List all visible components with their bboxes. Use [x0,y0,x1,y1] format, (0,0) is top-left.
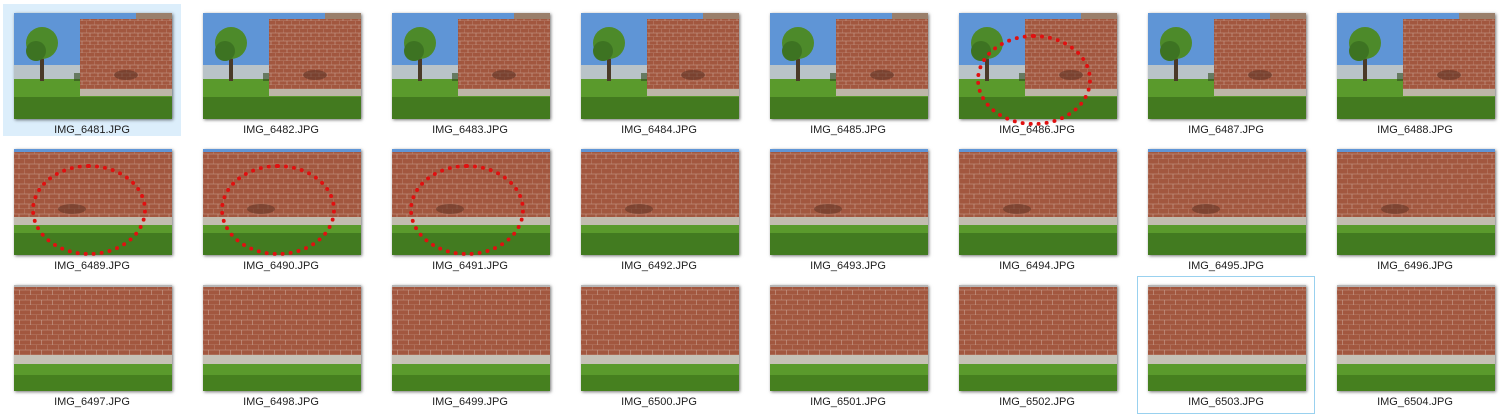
image-thumbnail [581,13,739,119]
image-thumbnail [770,13,928,119]
image-thumbnail [581,285,739,391]
image-thumbnail [392,285,550,391]
image-thumbnail [1148,149,1306,255]
image-thumbnail [1148,13,1306,119]
file-item[interactable]: IMG_6490.JPG [192,140,370,272]
file-name-label: IMG_6482.JPG [243,124,319,136]
file-name-label: IMG_6495.JPG [1188,260,1264,272]
file-name-label: IMG_6486.JPG [999,124,1075,136]
file-name-label: IMG_6492.JPG [621,260,697,272]
file-item[interactable]: IMG_6502.JPG [948,276,1126,408]
file-name-label: IMG_6484.JPG [621,124,697,136]
file-name-label: IMG_6497.JPG [54,396,130,408]
file-name-label: IMG_6500.JPG [621,396,697,408]
image-thumbnail [770,285,928,391]
file-item[interactable]: IMG_6488.JPG [1326,4,1500,136]
file-name-label: IMG_6483.JPG [432,124,508,136]
image-thumbnail [14,285,172,391]
file-item[interactable]: IMG_6483.JPG [381,4,559,136]
file-name-label: IMG_6498.JPG [243,396,319,408]
file-item[interactable]: IMG_6493.JPG [759,140,937,272]
file-name-label: IMG_6494.JPG [999,260,1075,272]
file-name-label: IMG_6487.JPG [1188,124,1264,136]
file-item[interactable]: IMG_6496.JPG [1326,140,1500,272]
file-name-label: IMG_6490.JPG [243,260,319,272]
file-item[interactable]: IMG_6504.JPG [1326,276,1500,408]
image-thumbnail [1337,149,1495,255]
image-thumbnail [770,149,928,255]
file-name-label: IMG_6502.JPG [999,396,1075,408]
file-item[interactable]: IMG_6500.JPG [570,276,748,408]
file-item[interactable]: IMG_6484.JPG [570,4,748,136]
image-thumbnail [1337,13,1495,119]
file-name-label: IMG_6496.JPG [1377,260,1453,272]
file-name-label: IMG_6485.JPG [810,124,886,136]
image-thumbnail [959,149,1117,255]
image-thumbnail [392,149,550,255]
file-item[interactable]: IMG_6497.JPG [3,276,181,408]
file-name-label: IMG_6503.JPG [1188,396,1264,408]
image-thumbnail [1148,285,1306,391]
file-name-label: IMG_6501.JPG [810,396,886,408]
file-item[interactable]: IMG_6495.JPG [1137,140,1315,272]
image-thumbnail [203,13,361,119]
file-name-label: IMG_6493.JPG [810,260,886,272]
image-thumbnail [581,149,739,255]
image-thumbnail [14,149,172,255]
file-item[interactable]: IMG_6486.JPG [948,4,1126,136]
file-thumbnail-grid: IMG_6481.JPG IMG_6482.JPG IMG_6483.JPG I… [0,0,1500,414]
file-item[interactable]: IMG_6499.JPG [381,276,559,408]
file-item[interactable]: IMG_6494.JPG [948,140,1126,272]
file-name-label: IMG_6491.JPG [432,260,508,272]
image-thumbnail [203,285,361,391]
file-item[interactable]: IMG_6492.JPG [570,140,748,272]
file-item[interactable]: IMG_6481.JPG [3,4,181,136]
file-item[interactable]: IMG_6482.JPG [192,4,370,136]
file-name-label: IMG_6481.JPG [54,124,130,136]
file-item[interactable]: IMG_6501.JPG [759,276,937,408]
file-name-label: IMG_6504.JPG [1377,396,1453,408]
file-item[interactable]: IMG_6487.JPG [1137,4,1315,136]
image-thumbnail [203,149,361,255]
file-item[interactable]: IMG_6498.JPG [192,276,370,408]
file-name-label: IMG_6488.JPG [1377,124,1453,136]
image-thumbnail [392,13,550,119]
image-thumbnail [1337,285,1495,391]
file-name-label: IMG_6499.JPG [432,396,508,408]
file-item[interactable]: IMG_6485.JPG [759,4,937,136]
file-item[interactable]: IMG_6489.JPG [3,140,181,272]
file-item[interactable]: IMG_6491.JPG [381,140,559,272]
file-name-label: IMG_6489.JPG [54,260,130,272]
image-thumbnail [959,13,1117,119]
image-thumbnail [14,13,172,119]
image-thumbnail [959,285,1117,391]
file-item[interactable]: IMG_6503.JPG [1137,276,1315,414]
